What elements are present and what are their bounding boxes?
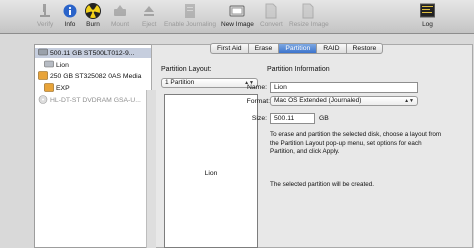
resize-image-button[interactable]: Resize Image	[289, 2, 329, 28]
verify-button[interactable]: Verify	[37, 2, 53, 28]
volume-icon	[44, 60, 54, 70]
mount-button[interactable]: Mount	[111, 2, 129, 28]
mount-label: Mount	[111, 21, 130, 28]
disk-list-item-500gb[interactable]: 500.11 GB ST500LT012-9...	[35, 48, 166, 58]
format-select[interactable]: Mac OS Extended (Journaled) ▲▼	[270, 96, 418, 106]
disk-list-item-lion[interactable]: Lion	[35, 60, 166, 70]
chevron-updown-icon: ▲▼	[404, 98, 414, 104]
format-label: Format:	[246, 98, 270, 105]
log-button[interactable]: Log	[420, 2, 435, 28]
optical-drive-icon	[38, 94, 48, 106]
new-image-icon	[229, 2, 245, 20]
partition-layout-value: 1 Partition	[165, 79, 195, 86]
toolbar: Verify Info Burn Mount Eject Enable Jour…	[0, 0, 474, 34]
convert-label: Convert	[260, 21, 283, 28]
info-label: Info	[64, 21, 76, 28]
partition-name-input[interactable]: Lion	[270, 82, 418, 93]
partition-status-text: The selected partition will be created.	[270, 181, 374, 188]
log-icon	[420, 2, 435, 20]
tab-raid[interactable]: RAID	[316, 43, 346, 54]
partition-layout-label: Partition Layout:	[161, 66, 212, 73]
hard-disk-icon	[38, 48, 48, 58]
eject-label: Eject	[142, 21, 157, 28]
tab-bar: First Aid Erase Partition RAID Restore	[210, 43, 384, 54]
disk-list-item-label: 500.11 GB ST500LT012-9...	[50, 49, 135, 57]
resize-image-label: Resize Image	[289, 21, 329, 28]
burn-icon	[85, 2, 101, 20]
log-label: Log	[422, 21, 433, 28]
burn-button[interactable]: Burn	[85, 2, 101, 28]
tab-first-aid[interactable]: First Aid	[210, 43, 248, 54]
eject-button[interactable]: Eject	[142, 2, 156, 28]
enable-journaling-button[interactable]: Enable Journaling	[164, 2, 216, 28]
partition-size-input[interactable]: 500.11	[270, 113, 315, 124]
tab-restore[interactable]: Restore	[345, 43, 384, 54]
eject-icon	[142, 2, 156, 20]
resize-image-icon	[301, 2, 317, 20]
external-volume-icon	[44, 82, 54, 94]
disk-list-item-250gb[interactable]: 250 GB ST325082 0AS Media	[35, 70, 166, 82]
disk-list-item-label: 250 GB ST325082 0AS Media	[50, 72, 142, 80]
tab-partition[interactable]: Partition	[278, 43, 317, 54]
microscope-icon	[38, 2, 52, 20]
convert-button[interactable]: Convert	[260, 2, 283, 28]
disk-list-item-label: HL-DT-ST DVDRAM GSA-U...	[50, 96, 141, 104]
convert-icon	[264, 2, 278, 20]
size-label: Size:	[251, 115, 267, 122]
external-disk-icon	[38, 70, 48, 82]
disk-list-item-label: EXP	[56, 84, 70, 92]
partition-information-title: Partition Information	[267, 66, 330, 73]
mount-icon	[113, 2, 127, 20]
disk-list-item-label: Lion	[56, 61, 69, 69]
new-image-button[interactable]: New Image	[221, 2, 254, 28]
verify-label: Verify	[37, 21, 54, 28]
enable-journaling-label: Enable Journaling	[164, 21, 217, 28]
size-unit: GB	[319, 115, 329, 122]
partition-instructions: To erase and partition the selected disk…	[270, 131, 442, 155]
info-icon	[63, 2, 77, 20]
sidebar-divider[interactable]	[146, 90, 156, 248]
info-button[interactable]: Info	[63, 2, 77, 28]
journal-icon	[183, 2, 197, 20]
tab-erase[interactable]: Erase	[247, 43, 279, 54]
name-label: Name:	[246, 84, 267, 91]
partition-block-label: Lion	[204, 170, 218, 177]
burn-label: Burn	[86, 21, 100, 28]
new-image-label: New Image	[221, 21, 254, 28]
format-value: Mac OS Extended (Journaled)	[274, 97, 362, 104]
